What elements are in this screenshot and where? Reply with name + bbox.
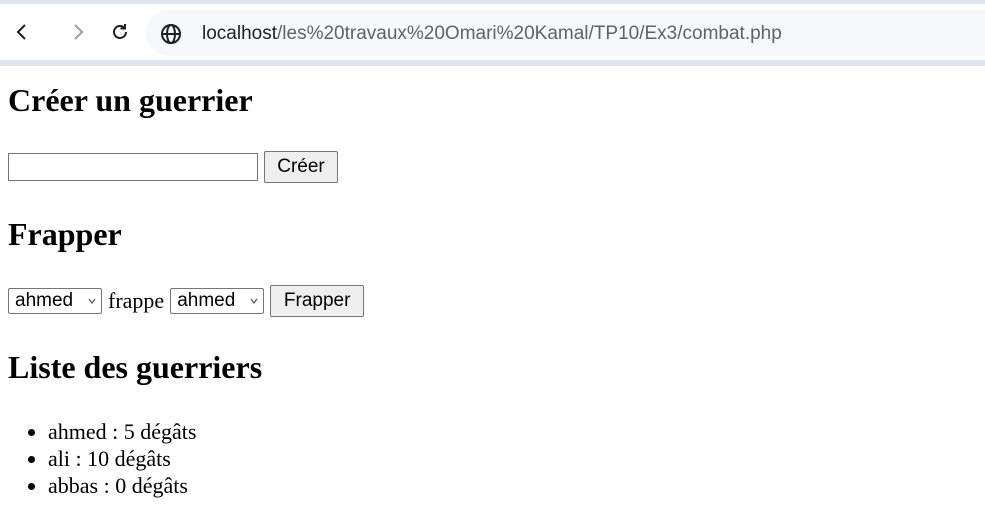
list-item: ahmed : 5 dégâts <box>48 418 196 445</box>
hit-verb-label: frappe <box>108 288 165 313</box>
reload-button[interactable] <box>104 16 136 48</box>
create-button[interactable]: Créer <box>264 151 338 183</box>
chevron-down-icon <box>88 298 96 304</box>
chevron-right-icon <box>74 24 84 40</box>
browser-toolbar: localhost/les%20travaux%20Omari%20Kamal/… <box>0 4 985 60</box>
create-heading: Créer un guerrier <box>8 82 253 118</box>
create-form: Créer <box>8 151 338 183</box>
chevron-down-icon <box>250 298 258 304</box>
hit-button[interactable]: Frapper <box>270 285 365 317</box>
browser-chrome: localhost/les%20travaux%20Omari%20Kamal/… <box>0 0 985 66</box>
url-path: /les%20travaux%20Omari%20Kamal/TP10/Ex3/… <box>277 23 782 44</box>
forward-button[interactable] <box>62 16 94 48</box>
chevron-left-icon <box>16 24 26 40</box>
attacker-select-value: ahmed <box>15 290 74 311</box>
reload-icon <box>113 24 127 39</box>
address-bar[interactable]: localhost/les%20travaux%20Omari%20Kamal/… <box>146 10 985 56</box>
hit-heading: Frapper <box>8 216 122 252</box>
target-select-value: ahmed <box>177 290 236 311</box>
hit-form: ahmed frappe ahmed Frapper <box>8 285 365 317</box>
warrior-list: ahmed : 5 dégâts ali : 10 dégâts abbas :… <box>8 418 196 499</box>
list-item: ali : 10 dégâts <box>48 445 196 472</box>
warrior-name-input[interactable] <box>8 153 258 181</box>
list-heading: Liste des guerriers <box>8 349 263 385</box>
url-text: localhost/les%20travaux%20Omari%20Kamal/… <box>202 23 782 45</box>
target-select[interactable]: ahmed <box>170 288 265 314</box>
list-item: abbas : 0 dégâts <box>48 472 196 499</box>
globe-icon <box>161 24 181 44</box>
url-host: localhost <box>202 23 277 44</box>
attacker-select[interactable]: ahmed <box>8 288 102 314</box>
back-button[interactable] <box>6 16 38 48</box>
